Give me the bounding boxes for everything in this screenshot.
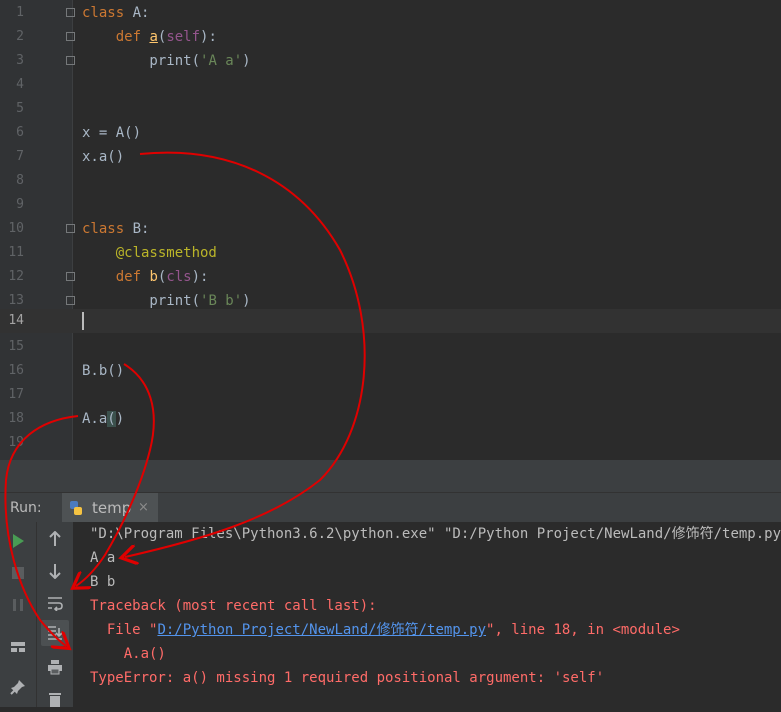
scroll-up-button[interactable] [41,526,69,552]
code-line[interactable]: 17 [0,383,781,407]
code-line[interactable]: 7 x.a() [0,145,781,169]
file-link[interactable]: D:/Python Project/NewLand/修饰符/temp.py [157,622,486,638]
code-line[interactable]: 15 [0,335,781,359]
line-number: 4 [16,77,24,92]
run-toolbar-right [36,522,73,707]
code-line[interactable]: 4 [0,73,781,97]
console-output[interactable]: "D:\Program Files\Python3.6.2\python.exe… [73,522,781,707]
code-text: B.b() [82,363,125,379]
print-icon [48,660,62,675]
code-line-current[interactable]: 14 [0,309,781,333]
line-number: 19 [8,435,24,450]
line-number: 11 [8,245,24,260]
code-line[interactable]: 10 class B: [0,217,781,241]
line-number: 15 [8,339,24,354]
traceback-file-prefix: File " [90,622,158,638]
code-line[interactable]: 5 [0,97,781,121]
traceback-header: Traceback (most recent call last): [90,598,377,614]
soft-wrap-icon [48,597,63,611]
code-text: x = A() [82,125,142,141]
layout-icon [11,642,25,652]
text-caret [82,312,84,330]
code-line[interactable]: 6 x = A() [0,121,781,145]
error-message: TypeError: a() missing 1 required positi… [90,670,605,686]
print-button[interactable] [41,654,69,680]
stop-button[interactable] [4,560,32,586]
traceback-source-line: A.a() [90,646,166,662]
run-toolbar-left [0,522,36,707]
code-line[interactable]: 3 print('A a') [0,49,781,73]
line-number: 1 [16,5,24,20]
line-number: 6 [16,125,24,140]
line-number: 9 [16,197,24,212]
line-number: 10 [8,221,24,236]
layout-button[interactable] [4,634,32,660]
pause-button[interactable] [4,592,32,618]
line-number: 18 [8,411,24,426]
console-command: "D:\Program Files\Python3.6.2\python.exe… [90,526,781,542]
code-text: class A: [82,5,150,21]
arrow-up-icon [49,531,61,546]
panel-splitter[interactable] [0,460,781,492]
code-line[interactable]: 8 [0,169,781,193]
code-line[interactable]: 18 A.a() [0,407,781,431]
code-line[interactable]: 2 def a(self): [0,25,781,49]
scroll-to-end-button[interactable] [41,620,69,646]
code-text: def b(cls): [115,269,209,285]
close-icon[interactable]: × [138,500,149,515]
tab-temp[interactable]: temp × [62,493,158,523]
pin-button[interactable] [4,674,32,700]
code-text: class B: [82,221,150,237]
line-number: 16 [8,363,24,378]
run-tool-window-header: Run: temp × [0,492,781,523]
clear-button[interactable] [41,686,69,712]
code-text: x.a() [82,149,125,165]
stop-icon [12,567,24,579]
line-number: 8 [16,173,24,188]
rerun-button[interactable] [4,528,32,554]
code-text: def a(self): [115,29,217,45]
line-number: 17 [8,387,24,402]
tab-label: temp [92,499,132,517]
code-line[interactable]: 11 @classmethod [0,241,781,265]
pause-icon [13,599,23,611]
line-number: 5 [16,101,24,116]
code-line[interactable]: 1 class A: [0,1,781,25]
arrow-down-icon [49,564,61,579]
run-label: Run: [10,500,42,516]
line-number: 7 [16,149,24,164]
scroll-to-end-icon [48,626,63,640]
play-icon [13,534,24,548]
line-number: 12 [8,269,24,284]
code-line[interactable]: 12 def b(cls): [0,265,781,289]
code-editor[interactable]: 1 class A: 2 def a(self): 3 print('A a')… [0,0,781,460]
code-line[interactable]: 16 B.b() [0,359,781,383]
scroll-down-button[interactable] [41,558,69,584]
code-line[interactable]: 19 [0,431,781,455]
code-text: @classmethod [82,245,217,261]
code-text: A.a() [82,411,125,427]
python-icon [70,501,82,515]
pin-icon [10,680,25,695]
trash-icon [49,693,61,707]
traceback-file-suffix: ", line 18, in <module> [486,622,680,638]
code-line[interactable]: 9 [0,193,781,217]
traceback-file-line: File "D:/Python Project/NewLand/修饰符/temp… [90,618,680,642]
console-output-line: B b [90,574,116,590]
console-output-line: A a [90,550,116,566]
code-text: print('A a') [82,53,251,69]
line-number: 2 [16,29,24,44]
line-number: 3 [16,53,24,68]
soft-wrap-button[interactable] [41,590,69,616]
line-number: 14 [8,313,24,328]
